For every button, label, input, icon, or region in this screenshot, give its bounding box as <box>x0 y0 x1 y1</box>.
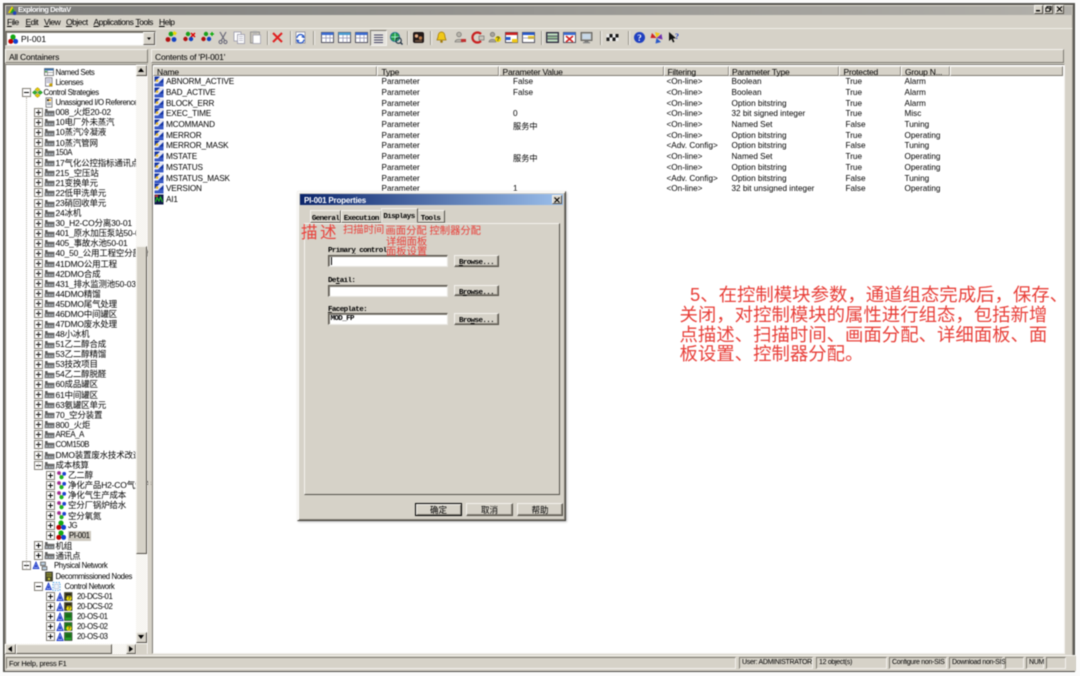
svg-text:?: ? <box>496 37 500 43</box>
svg-text:?: ? <box>637 33 642 43</box>
svg-text:?: ? <box>675 32 679 41</box>
